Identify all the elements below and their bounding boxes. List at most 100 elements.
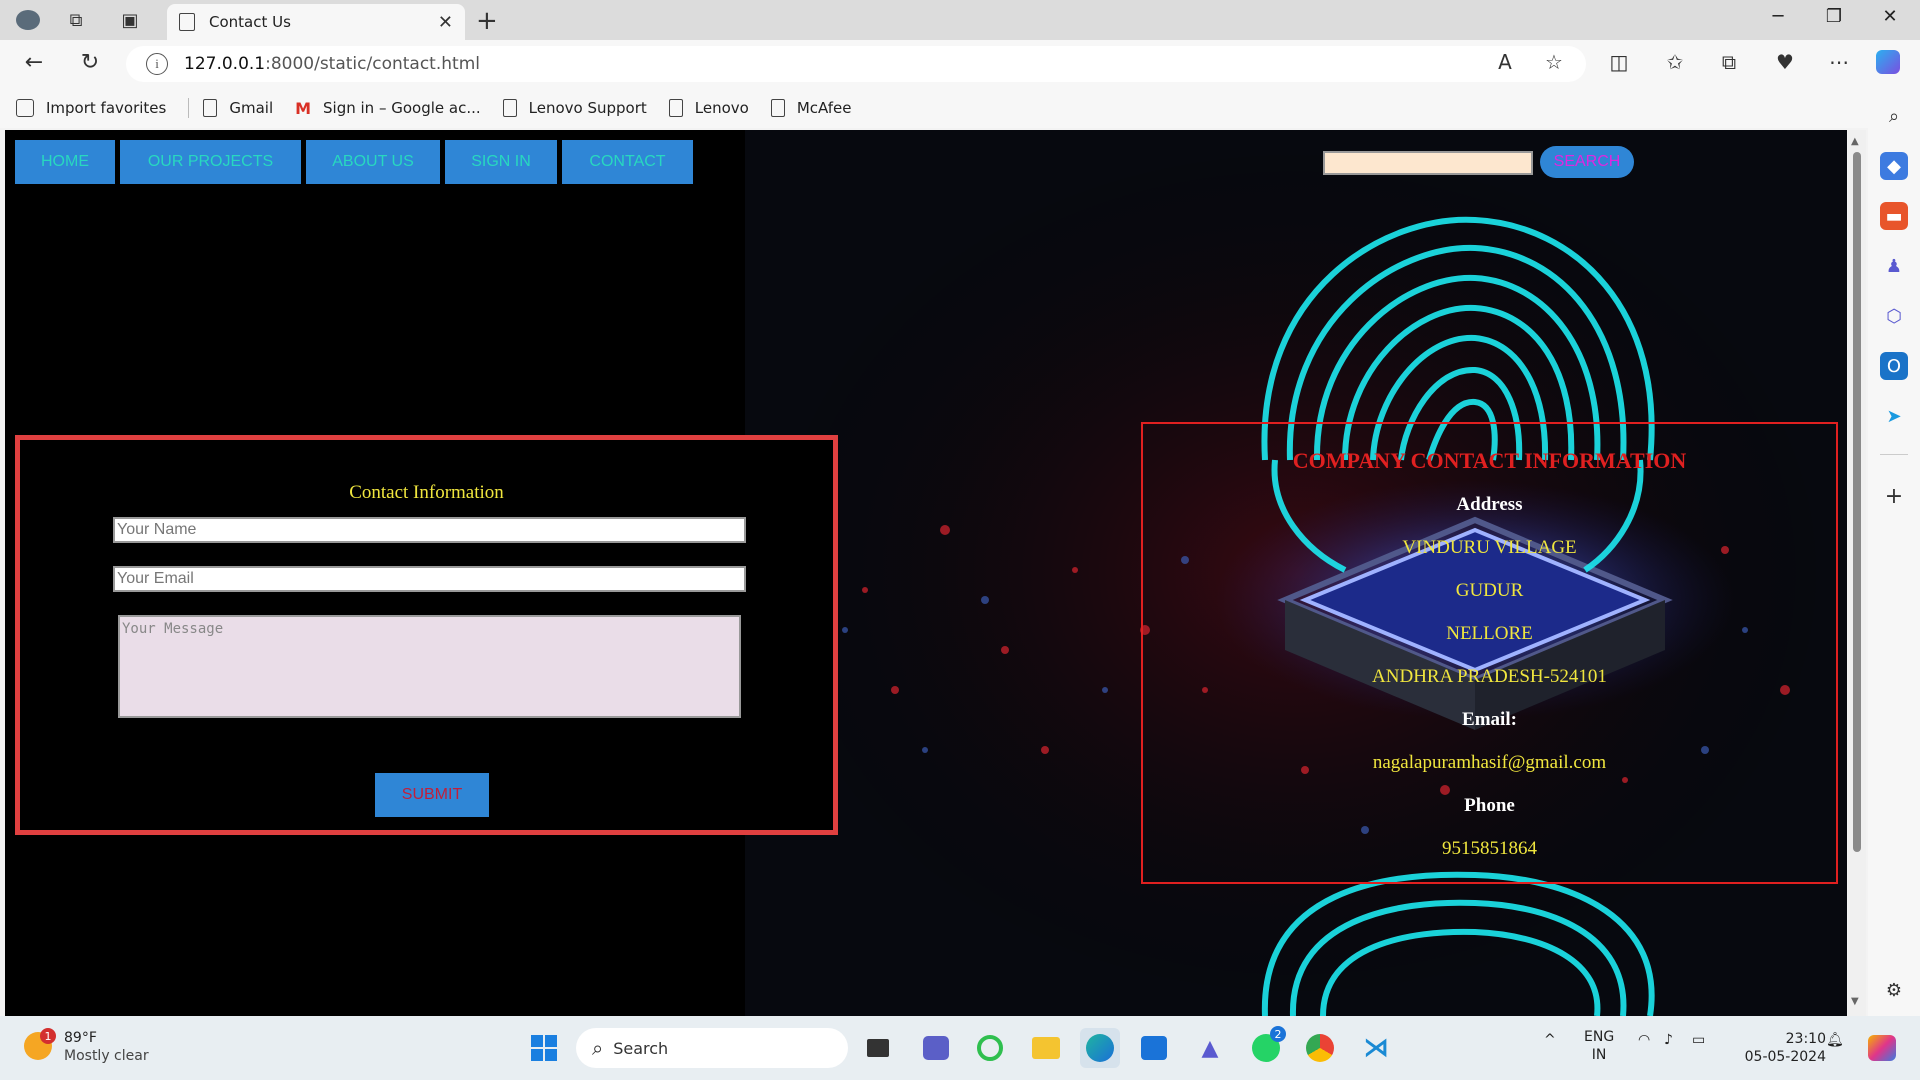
address-line: GUDUR (1455, 580, 1524, 601)
whatsapp-icon[interactable]: 2 (1246, 1026, 1286, 1068)
import-icon (16, 99, 34, 117)
address-bar-row: ← ↻ i 127.0.0.1:8000/static/contact.html… (0, 40, 1920, 88)
nav-about-us[interactable]: ABOUT US (306, 140, 440, 184)
language-label: ENG (1584, 1029, 1615, 1045)
region-label: IN (1591, 1047, 1607, 1063)
sidebar-divider (1880, 454, 1908, 455)
read-aloud-icon[interactable]: A (1488, 50, 1522, 74)
task-view-icon[interactable] (858, 1028, 898, 1068)
favorite-lenovo-support[interactable]: Lenovo Support (502, 99, 647, 117)
microsoft-365-icon[interactable]: ⬡ (1880, 302, 1908, 330)
vertical-tabs-icon[interactable]: ▣ (114, 6, 146, 34)
notifications-bell-icon[interactable]: 🔔︎ (1826, 1032, 1844, 1048)
file-explorer-icon[interactable] (1026, 1028, 1066, 1068)
scroll-up-icon[interactable]: ▲ (1851, 136, 1859, 147)
contact-form: Contact Information Your Name Your Email… (15, 435, 838, 835)
favorite-lenovo[interactable]: Lenovo (668, 99, 749, 117)
close-window-button[interactable]: ✕ (1870, 6, 1910, 27)
split-screen-icon[interactable]: ◫ (1602, 50, 1636, 74)
whatsapp-badge: 2 (1270, 1026, 1286, 1042)
email-label: Email: (1462, 709, 1517, 730)
weather-condition: Mostly clear (64, 1048, 149, 1064)
page-icon (668, 99, 683, 117)
favorites-icon[interactable]: ✩ (1658, 50, 1692, 74)
site-info-icon[interactable]: i (146, 53, 168, 75)
scroll-thumb[interactable] (1853, 152, 1861, 852)
favorite-import[interactable]: Import favorites (16, 99, 166, 117)
nav-contact[interactable]: CONTACT (562, 140, 693, 184)
settings-icon[interactable]: ⚙ (1880, 976, 1908, 1004)
close-tab-icon[interactable]: ✕ (438, 12, 453, 33)
tools-icon[interactable]: ▬ (1880, 202, 1908, 230)
send-icon[interactable]: ➤ (1880, 402, 1908, 430)
taskbar-search-label: Search (613, 1038, 669, 1058)
favorite-gmail[interactable]: Gmail (203, 99, 273, 117)
address-line: VINDURU VILLAGE (1402, 537, 1577, 558)
company-contact-info: COMPANY CONTACT INFORMATION Address VIND… (1141, 422, 1838, 884)
page-icon (203, 99, 218, 117)
contact-form-title: Contact Information (349, 482, 504, 503)
page-icon (502, 99, 517, 117)
back-button[interactable]: ← (18, 50, 50, 75)
taskbar-search[interactable]: ⌕ Search (576, 1028, 848, 1068)
nav-our-projects[interactable]: OUR PROJECTS (120, 140, 301, 184)
scroll-down-icon[interactable]: ▼ (1851, 996, 1859, 1007)
tab-title: Contact Us (209, 13, 291, 31)
chrome-icon[interactable] (1300, 1028, 1340, 1068)
favorite-mcafee[interactable]: McAfee (770, 99, 851, 117)
favorite-star-icon[interactable]: ☆ (1537, 50, 1571, 74)
address-line: ANDHRA PRADESH-524101 (1372, 666, 1607, 687)
search-button[interactable]: SEARCH (1540, 146, 1634, 178)
copilot-preview-icon[interactable] (1862, 1028, 1902, 1068)
show-hidden-icons-chevron-icon[interactable]: ^ (1544, 1032, 1556, 1048)
teams-icon[interactable] (916, 1028, 956, 1068)
company-info-title: COMPANY CONTACT INFORMATION (1292, 448, 1687, 473)
weather-widget[interactable]: 1 89°F Mostly clear (22, 1028, 222, 1068)
favorite-google-signin[interactable]: M Sign in – Google ac... (295, 99, 481, 118)
refresh-app-icon[interactable] (970, 1028, 1010, 1068)
message-field[interactable]: Your Message (118, 615, 741, 718)
refresh-button[interactable]: ↻ (74, 50, 106, 75)
collections-icon[interactable]: ⧉ (1712, 50, 1746, 74)
copilot-icon[interactable] (1876, 50, 1910, 74)
new-tab-button[interactable]: + (476, 6, 498, 36)
search-icon: ⌕ (592, 1036, 604, 1060)
profile-avatar-icon[interactable] (12, 6, 44, 34)
microsoft-store-icon[interactable] (1134, 1028, 1174, 1068)
nav-home[interactable]: HOME (15, 140, 115, 184)
clock-time: 23:10 (1785, 1031, 1826, 1047)
app-launcher-icon[interactable]: ▲ (1190, 1028, 1230, 1068)
submit-button[interactable]: SUBMIT (375, 773, 489, 817)
games-icon[interactable]: ♟ (1880, 252, 1908, 280)
outlook-icon[interactable]: O (1880, 352, 1908, 380)
start-windows-icon[interactable] (524, 1028, 564, 1068)
url-field[interactable]: i 127.0.0.1:8000/static/contact.html (126, 46, 1586, 82)
search-input[interactable] (1323, 151, 1533, 175)
vscode-icon[interactable]: ⋊ (1356, 1028, 1396, 1068)
more-options-icon[interactable]: ⋯ (1822, 50, 1856, 74)
favorites-divider (188, 98, 190, 118)
restore-button[interactable]: ❐ (1814, 6, 1854, 27)
input-language[interactable]: ENG IN (1584, 1028, 1614, 1064)
address-line: NELLORE (1446, 623, 1533, 644)
minimize-button[interactable]: ─ (1758, 6, 1798, 27)
address-label: Address (1456, 494, 1523, 515)
page-icon (770, 99, 785, 117)
battery-icon[interactable]: ▭ (1692, 1032, 1705, 1048)
page-icon (179, 13, 195, 31)
wifi-icon[interactable]: ◠ (1638, 1032, 1650, 1048)
volume-icon[interactable]: ♪ (1664, 1032, 1673, 1048)
page-scrollbar[interactable]: ▲ ▼ (1848, 130, 1866, 1016)
search-icon[interactable]: ⌕ (1880, 102, 1908, 130)
system-clock[interactable]: 23:10 05-05-2024 (1740, 1030, 1826, 1066)
browser-essentials-icon[interactable]: ♥ (1768, 50, 1802, 74)
nav-sign-in[interactable]: SIGN IN (445, 140, 557, 184)
add-icon[interactable]: + (1880, 482, 1908, 510)
shopping-tag-icon[interactable]: ◆ (1880, 152, 1908, 180)
tab-contact-us[interactable]: Contact Us ✕ (167, 4, 465, 40)
name-field[interactable]: Your Name (113, 517, 746, 543)
edge-browser-icon[interactable] (1080, 1028, 1120, 1068)
main-nav: HOME OUR PROJECTS ABOUT US SIGN IN CONTA… (15, 140, 698, 184)
workspaces-icon[interactable]: ⧉ (60, 6, 92, 34)
email-field[interactable]: Your Email (113, 566, 746, 592)
